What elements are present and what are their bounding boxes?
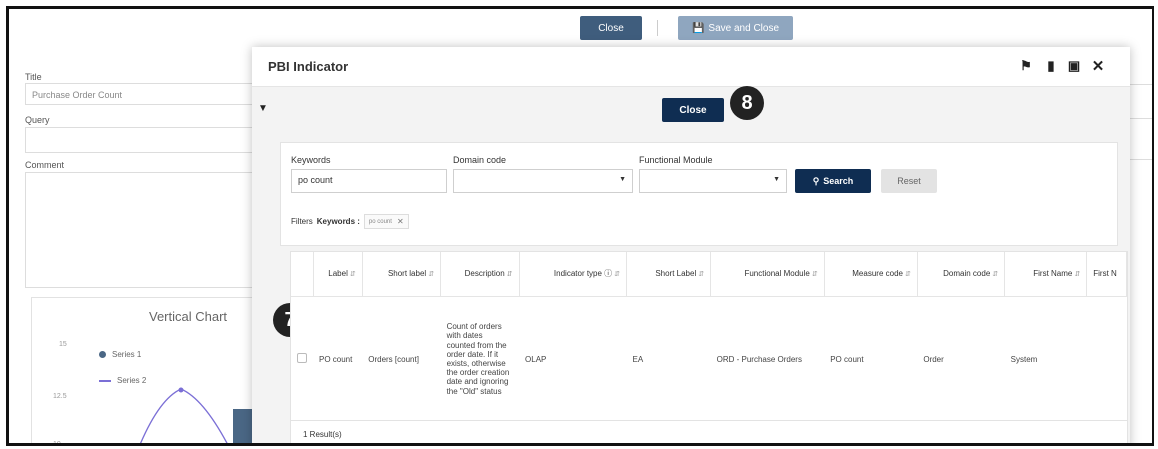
domain-code-select[interactable]: ▼: [453, 169, 633, 193]
row-select-cell: [291, 296, 313, 420]
domain-code-label: Domain code: [453, 155, 507, 165]
modal-close-button[interactable]: Close: [662, 98, 724, 122]
query-input[interactable]: [25, 127, 265, 153]
filter-chip-value: po count: [368, 218, 392, 225]
column-header[interactable]: Domain code ⇵: [917, 252, 1006, 297]
legend-dot-icon: [99, 351, 106, 358]
short-label-2-cell: EA: [626, 296, 711, 420]
description-cell: Count of orders with dates counted from …: [440, 296, 520, 420]
title-input[interactable]: Purchase Order Count: [25, 83, 265, 105]
background-field: [1126, 84, 1152, 119]
comment-label: Comment: [25, 160, 65, 170]
editor-toolbar: Close 💾 Save and Close: [9, 9, 1152, 47]
modal-title: PBI Indicator: [268, 59, 349, 74]
row-checkbox[interactable]: [297, 353, 307, 363]
step-badge-8: 8: [730, 86, 764, 120]
functional-module-cell: ORD - Purchase Orders: [710, 296, 825, 420]
measure-code-cell: PO count: [824, 296, 918, 420]
table-row[interactable]: PO count Orders [count] Count of orders …: [291, 296, 1127, 420]
column-header[interactable]: Functional Module ⇵: [710, 252, 825, 297]
y-tick: 10: [53, 441, 61, 446]
domain-code-cell: Order: [917, 296, 1005, 420]
chevron-down-icon: ▼: [773, 176, 780, 183]
results-table-container: Label ⇵ Short label ⇵ Description ⇵ Indicat…: [290, 251, 1128, 421]
editor-close-button[interactable]: Close: [580, 16, 642, 40]
filters-label: Filters: [291, 217, 313, 226]
y-tick: 12.5: [53, 393, 67, 400]
short-label-cell: Orders [count]: [362, 296, 441, 420]
search-icon: ⚲: [812, 175, 820, 186]
background-divider: [1126, 159, 1152, 160]
table-header-row: Label ⇵ Short label ⇵ Description ⇵ Indicat…: [291, 252, 1127, 297]
column-header[interactable]: First N: [1086, 252, 1127, 297]
indicator-type-cell: OLAP: [519, 296, 627, 420]
toolbar-divider: [657, 20, 658, 36]
remove-filter-icon[interactable]: ✕: [397, 217, 404, 226]
save-icon: 💾: [691, 22, 705, 34]
results-table: Label ⇵ Short label ⇵ Description ⇵ Indicat…: [291, 252, 1127, 420]
column-header[interactable]: Description ⇵: [440, 252, 520, 297]
search-button[interactable]: ⚲ Search: [795, 169, 871, 193]
y-tick: 15: [59, 341, 67, 348]
chart-title: Vertical Chart: [149, 309, 228, 324]
keywords-input[interactable]: po count: [291, 169, 447, 193]
series-2-line: [140, 387, 228, 443]
column-header[interactable]: Short label ⇵: [362, 252, 442, 297]
clipboard-icon[interactable]: ▮: [1043, 58, 1059, 74]
reset-button[interactable]: Reset: [881, 169, 937, 193]
pin-icon[interactable]: ⚑: [1018, 58, 1034, 74]
column-header[interactable]: Measure code ⇵: [824, 252, 918, 297]
legend-line-icon: [99, 379, 111, 382]
search-panel: Keywords po count Domain code ▼ Function…: [280, 142, 1118, 246]
first-name-cell: System: [1004, 296, 1087, 420]
pbi-indicator-modal: PBI Indicator ⚑ ▮ ▣ ✕ ▼ Close 8 Keywords…: [252, 47, 1130, 443]
comment-textarea[interactable]: [25, 172, 265, 288]
result-count: 1 Result(s): [290, 421, 1128, 443]
filter-chip[interactable]: po count ✕: [363, 214, 409, 229]
legend-label: Series 1: [112, 350, 142, 359]
functional-module-label: Functional Module: [639, 155, 713, 165]
label-cell: PO count: [313, 296, 363, 420]
filter-icon[interactable]: ▼: [258, 103, 268, 114]
query-label: Query: [25, 115, 50, 125]
column-header[interactable]: Short Label ⇵: [626, 252, 712, 297]
modal-header: PBI Indicator ⚑ ▮ ▣ ✕: [252, 47, 1130, 87]
active-filters: Filters Keywords : po count ✕: [291, 214, 409, 229]
filter-key: Keywords :: [316, 217, 360, 226]
search-button-label: Search: [823, 176, 854, 186]
maximize-icon[interactable]: ▣: [1066, 58, 1082, 74]
close-icon[interactable]: ✕: [1090, 58, 1106, 75]
functional-module-select[interactable]: ▼: [639, 169, 787, 193]
legend-series-1[interactable]: Series 1: [99, 350, 141, 359]
column-header[interactable]: Label ⇵: [313, 252, 363, 297]
select-column-header: [291, 252, 314, 297]
app-frame: Close 💾 Save and Close Title Purchase Or…: [6, 6, 1154, 446]
first-n-cell: [1086, 296, 1127, 420]
column-header[interactable]: Indicator type ⓘ ⇵: [519, 252, 628, 297]
save-and-close-label: Save and Close: [708, 22, 780, 34]
title-label: Title: [25, 72, 42, 82]
chevron-down-icon: ▼: [619, 176, 626, 183]
keywords-label: Keywords: [291, 155, 331, 165]
column-header[interactable]: First Name ⇵: [1004, 252, 1088, 297]
save-and-close-button[interactable]: 💾 Save and Close: [678, 16, 793, 40]
